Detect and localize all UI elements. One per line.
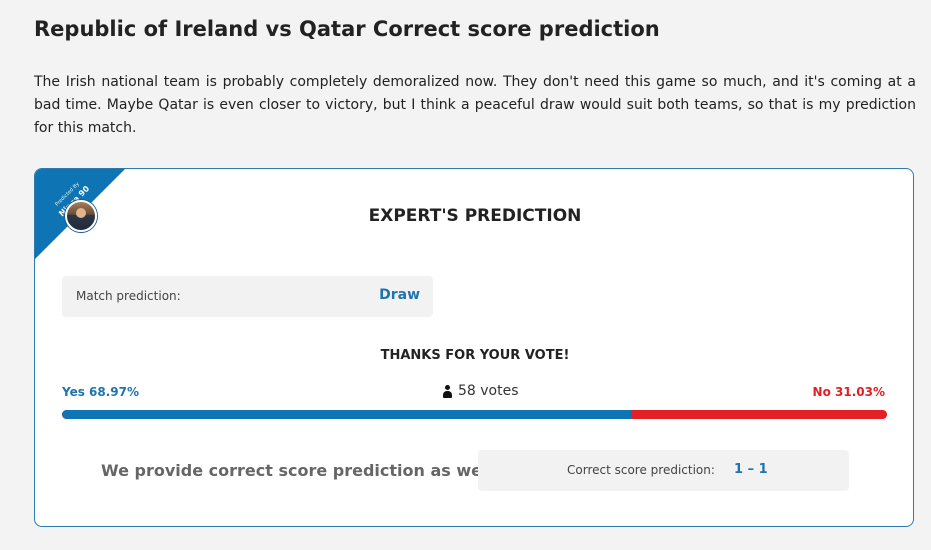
vote-count: 58 votes [442,383,519,399]
user-icon [442,384,453,398]
vote-count-text: 58 votes [458,383,519,399]
vote-result-bar [62,410,887,419]
yes-vote-percent: Yes 68.97% [62,385,140,399]
correct-score-box: Correct score prediction: 1 – 1 [478,450,849,491]
correct-score-value: 1 – 1 [734,462,768,477]
match-prediction-value: Draw [379,287,420,303]
expert-prediction-title: EXPERT'S PREDICTION [368,206,582,226]
page-title: Republic of Ireland vs Qatar Correct sco… [34,17,660,41]
match-prediction-box: Match prediction: Draw [62,276,433,317]
prediction-intro: The Irish national team is probably comp… [34,74,916,136]
correct-score-intro: We provide correct score prediction as w… [101,461,500,480]
yes-vote-bar [62,410,631,419]
no-vote-bar [631,410,887,419]
no-vote-percent: No 31.03% [812,385,885,399]
expert-prediction-card: Predicted By Ninca 90 EXPERT'S PREDICTIO… [34,168,914,527]
correct-score-label: Correct score prediction: [567,463,715,477]
match-prediction-label: Match prediction: [76,289,181,303]
vote-thanks: THANKS FOR YOUR VOTE! [380,348,570,363]
